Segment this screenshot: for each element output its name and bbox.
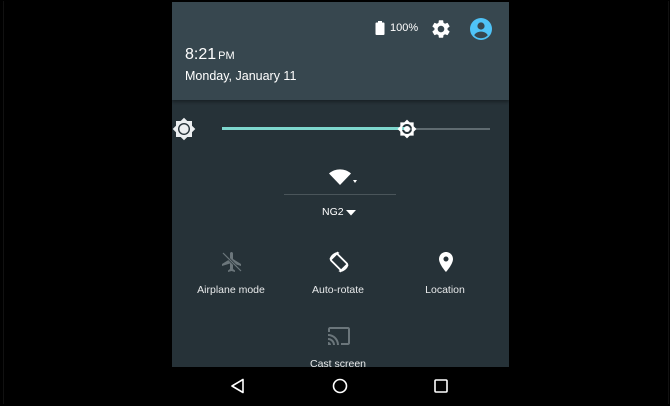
home-circle-icon[interactable] <box>330 376 350 396</box>
tile-location-label: Location <box>425 284 465 296</box>
clock[interactable]: 8:21 PM <box>185 46 235 64</box>
tile-airplane-label: Airplane mode <box>197 284 265 296</box>
battery-percent: 100% <box>390 22 419 34</box>
navigation-bar <box>172 367 509 404</box>
brightness-fill <box>222 127 407 130</box>
wifi-network-name: NG2 <box>322 206 344 218</box>
tile-cast-screen-label: Cast screen <box>309 358 367 367</box>
date[interactable]: Monday, January 11 <box>185 69 296 83</box>
tile-location[interactable]: Location <box>390 250 500 314</box>
status-icons: 100% <box>172 18 509 40</box>
clock-time: 8:21 <box>185 46 217 63</box>
location-pin-icon <box>439 252 453 272</box>
account-circle-icon[interactable] <box>469 17 493 41</box>
screen: 100% 8:21 PM Monday, January 11 NG2 Airp… <box>0 0 670 406</box>
recents-square-icon[interactable] <box>431 376 451 396</box>
quick-settings-panel: 100% 8:21 PM Monday, January 11 NG2 Airp… <box>172 2 509 367</box>
brightness-icon <box>172 117 196 141</box>
wifi-icon <box>329 169 357 185</box>
brightness-slider[interactable] <box>222 117 492 141</box>
chevron-down-icon[interactable] <box>346 210 356 216</box>
brightness-thumb-icon[interactable] <box>397 119 417 139</box>
tile-cast-screen[interactable]: Cast screen <box>283 324 393 367</box>
wifi-tile[interactable]: NG2 <box>282 160 398 224</box>
battery-full-icon <box>375 21 385 35</box>
auto-rotate-icon <box>329 251 349 273</box>
airplane-icon <box>222 252 242 272</box>
tile-auto-rotate-label: Auto-rotate <box>312 284 364 296</box>
back-triangle-icon[interactable] <box>228 376 248 396</box>
cast-icon <box>328 327 350 345</box>
tile-auto-rotate[interactable]: Auto-rotate <box>283 250 393 314</box>
quick-settings-header: 100% 8:21 PM Monday, January 11 <box>172 2 509 100</box>
gear-icon[interactable] <box>430 18 452 40</box>
clock-ampm: PM <box>218 50 235 62</box>
wifi-divider <box>284 194 396 195</box>
tile-airplane-mode[interactable]: Airplane mode <box>176 250 286 314</box>
